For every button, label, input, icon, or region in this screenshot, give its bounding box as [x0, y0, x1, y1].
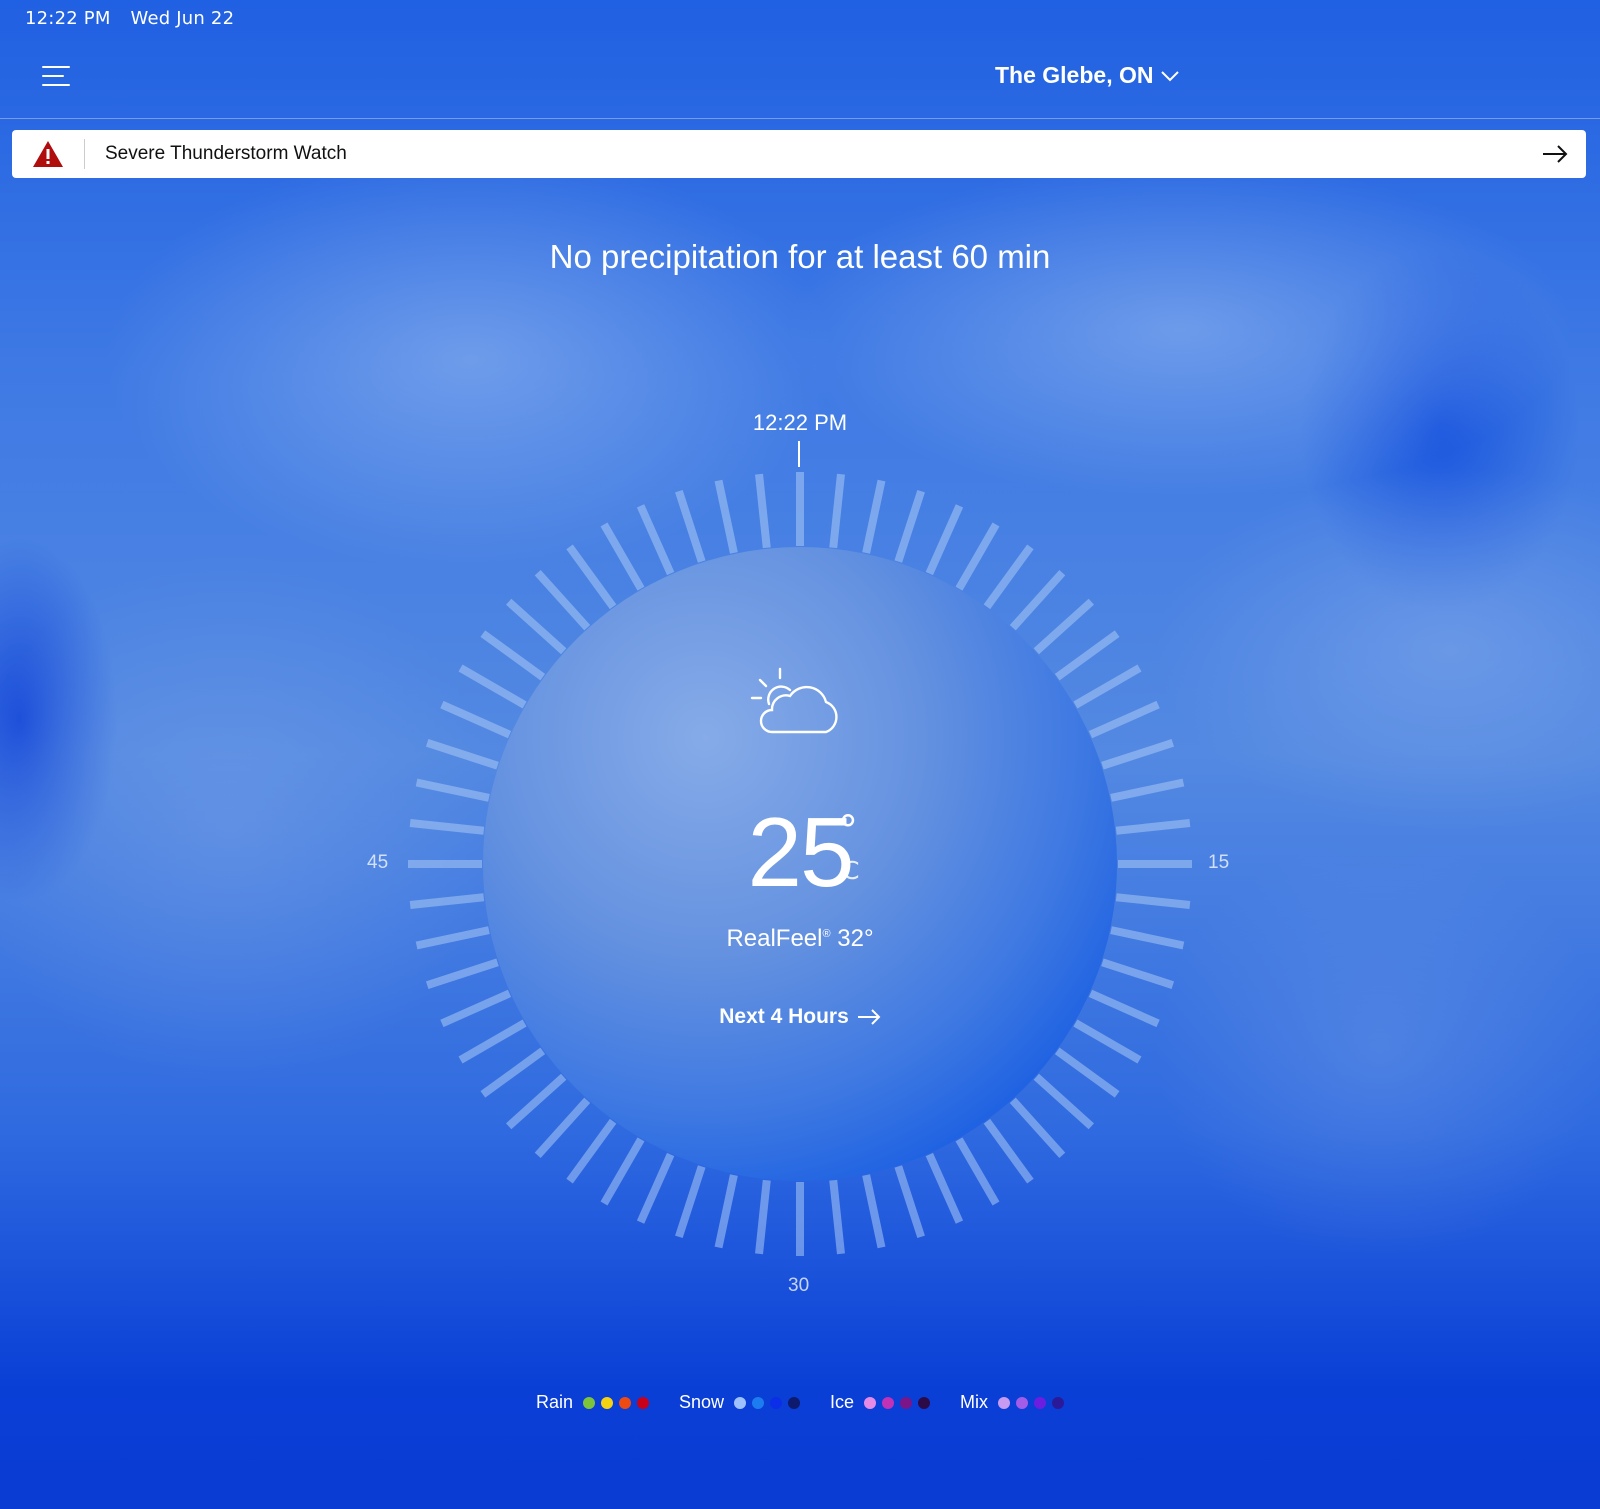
next-4-hours-link[interactable]: Next 4 Hours: [0, 1005, 1600, 1029]
legend-swatch: [882, 1396, 895, 1409]
legend-swatch: [1052, 1396, 1065, 1409]
current-temperature: 25: [0, 796, 1600, 909]
partly-sunny-icon: [750, 667, 838, 734]
legend-swatch: [1034, 1396, 1047, 1409]
legend-swatch: [752, 1396, 765, 1409]
dial-label-30: 30: [788, 1275, 810, 1296]
legend-group-snow: Snow: [678, 1392, 801, 1413]
legend-swatch: [900, 1396, 913, 1409]
legend-label: Ice: [830, 1392, 855, 1412]
degree-symbol: °: [838, 808, 858, 854]
legend-group-rain: Rain: [536, 1392, 649, 1413]
legend-swatch: [998, 1396, 1011, 1409]
legend-swatch: [734, 1396, 747, 1409]
legend-swatch: [600, 1396, 613, 1409]
temperature-unit: C: [842, 856, 860, 885]
legend-swatch: [918, 1396, 931, 1409]
realfeel-label: RealFeel: [726, 925, 823, 952]
dial-tick: [862, 479, 886, 554]
dial-tick: [755, 473, 771, 549]
realfeel-registered-mark: ®: [822, 928, 831, 940]
legend-group-mix: Mix: [960, 1392, 1065, 1413]
legend-swatch: [1016, 1396, 1029, 1409]
realfeel-value: 32°: [837, 925, 874, 952]
dial-tick: [714, 479, 738, 554]
legend-group-ice: Ice: [830, 1392, 931, 1413]
legend-swatch: [582, 1396, 595, 1409]
realfeel: RealFeel® 32°: [0, 925, 1600, 953]
dial-tick: [862, 1174, 886, 1249]
legend-label: Rain: [535, 1392, 573, 1412]
legend-swatch: [618, 1396, 631, 1409]
legend-swatch: [788, 1396, 801, 1409]
next-4-hours-label: Next 4 Hours: [719, 1005, 849, 1028]
dial-tick: [755, 1179, 771, 1255]
legend-label: Mix: [960, 1392, 989, 1412]
dial-tick: [714, 1174, 738, 1249]
dial-tick: [829, 473, 845, 549]
dial-tick: [829, 1179, 845, 1255]
legend-label: Snow: [678, 1392, 725, 1412]
arrow-right-icon: [857, 1009, 881, 1025]
legend-swatch: [636, 1396, 649, 1409]
legend-swatch: [864, 1396, 877, 1409]
precipitation-legend: Rain Snow Ice Mix: [0, 1392, 1600, 1413]
legend-swatch: [770, 1396, 783, 1409]
temperature-value: 25: [747, 797, 854, 907]
